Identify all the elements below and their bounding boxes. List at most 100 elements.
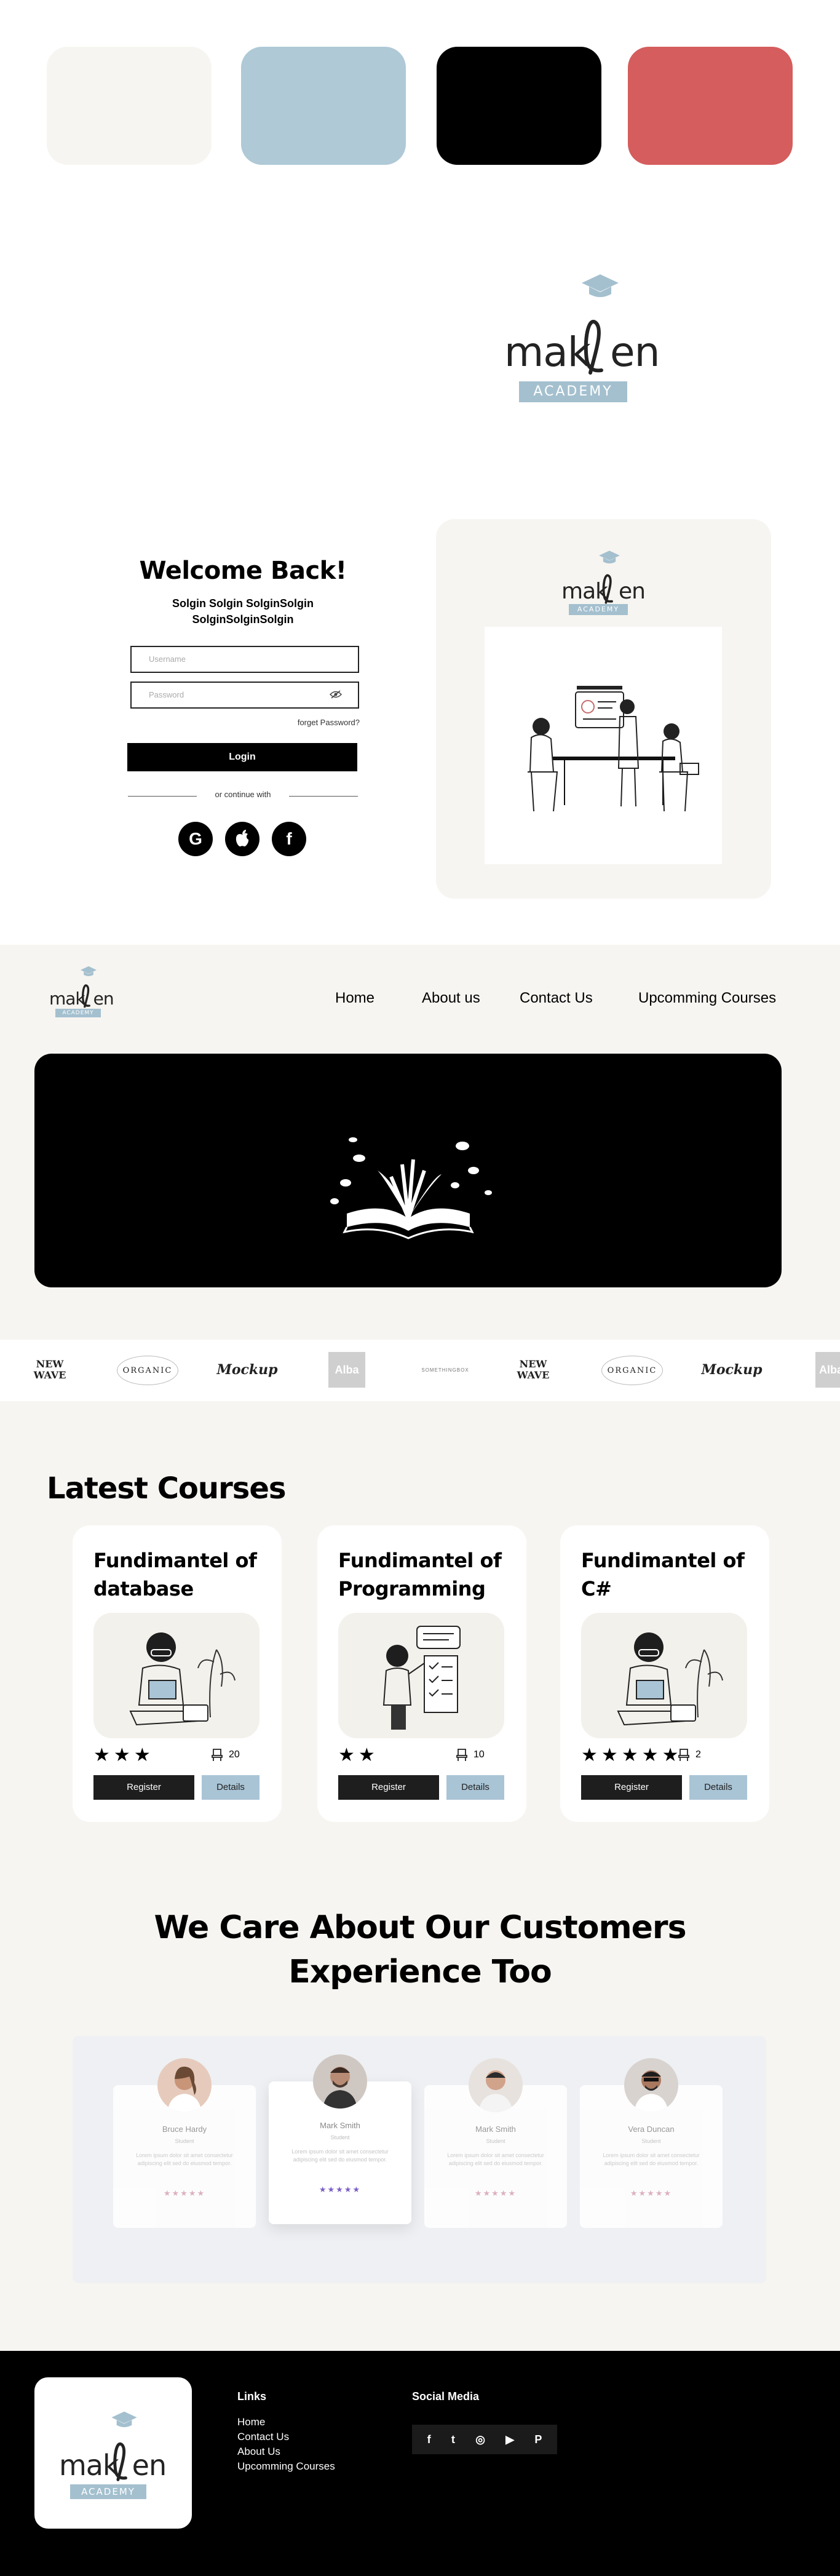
testimonial-text: Lorem ipsum dolor sit amet consectetur a… <box>291 2149 389 2163</box>
star-icon: ★ <box>581 1745 601 1765</box>
seat-count-value: 2 <box>695 1749 701 1760</box>
brand-logo-mockup: Mockup <box>216 1362 278 1378</box>
nav-about[interactable]: About us <box>422 990 480 1007</box>
course-title: Fundimantel of Programming <box>338 1549 502 1600</box>
logo-band: ACADEMY <box>519 381 627 402</box>
star-icon: ★ <box>358 1745 379 1765</box>
graduation-cap-icon <box>582 274 619 297</box>
brand-logo-card: mak en ACADEMY <box>559 550 646 618</box>
brand-logo-newwave: NEW WAVE <box>517 1358 550 1381</box>
avatar <box>469 2058 523 2112</box>
brand-logo-nav[interactable]: mak en ACADEMY <box>48 966 116 1017</box>
password-input[interactable]: Password <box>130 682 359 709</box>
course-card: Fundimantel of database ★★★ 20 Register … <box>73 1525 282 1822</box>
logo-loop-l <box>602 574 613 604</box>
testimonial-name: Mark Smith <box>320 2121 360 2130</box>
chair-icon <box>678 1749 689 1761</box>
graduation-cap-icon <box>599 551 620 563</box>
apple-login-button[interactable] <box>225 822 260 856</box>
footer-social-bar: f t ◎ ▶ P <box>412 2425 557 2454</box>
footer-link-upcoming[interactable]: Upcomming Courses <box>237 2460 335 2473</box>
course-rating: ★★★ <box>93 1744 154 1766</box>
course-card: Fundimantel of Programming ★★ 10 Registe… <box>317 1525 526 1822</box>
footer-link-about[interactable]: About Us <box>237 2446 280 2458</box>
apple-icon <box>236 830 249 847</box>
forgot-password-link[interactable]: forget Password? <box>234 718 360 727</box>
nav-upcoming-courses[interactable]: Upcomming Courses <box>638 990 776 1007</box>
details-button[interactable]: Details <box>446 1775 504 1800</box>
footer-link-contact[interactable]: Contact Us <box>237 2431 289 2443</box>
testimonial-text: Lorem ipsum dolor sit amet consectetur a… <box>136 2152 233 2166</box>
testimonial-name: Vera Duncan <box>628 2125 675 2134</box>
testimonial-role: Student <box>330 2134 350 2141</box>
star-icon: ★ <box>601 1745 622 1765</box>
star-icon: ★ <box>93 1745 114 1765</box>
graduation-cap-icon <box>111 2411 137 2427</box>
details-button[interactable]: Details <box>202 1775 260 1800</box>
footer-links-title: Links <box>237 2390 267 2403</box>
facebook-icon: f <box>286 829 292 848</box>
testimonial-text: Lorem ipsum dolor sit amet consectetur a… <box>447 2152 544 2166</box>
youtube-icon[interactable]: ▶ <box>505 2433 514 2446</box>
star-icon: ★ <box>133 1745 154 1765</box>
testimonial-rating: ★★★★★ <box>630 2188 673 2198</box>
nav-contact[interactable]: Contact Us <box>520 990 593 1007</box>
nav-home[interactable]: Home <box>335 990 374 1007</box>
testimonial-rating: ★★★★★ <box>163 2188 206 2198</box>
logo-loop-l <box>113 2442 127 2481</box>
testimonial-name: Mark Smith <box>475 2125 516 2134</box>
login-illustration-card: mak en ACADEMY <box>436 519 771 899</box>
pinterest-icon[interactable]: P <box>534 2433 542 2446</box>
footer-logo-card[interactable]: mak en ACADEMY <box>34 2377 192 2529</box>
instagram-icon[interactable]: ◎ <box>475 2433 485 2446</box>
register-button[interactable]: Register <box>581 1775 682 1800</box>
divider-right <box>289 796 358 797</box>
footer-link-home[interactable]: Home <box>237 2416 265 2428</box>
google-login-button[interactable]: G <box>178 822 213 856</box>
course-card: Fundimantel of C# ★★★★★ 2 Register Detai… <box>560 1525 769 1822</box>
avatar <box>313 2054 367 2109</box>
color-swatch-black <box>437 47 601 165</box>
brand-logo-alba: Alba <box>328 1352 365 1388</box>
facebook-icon[interactable]: f <box>427 2433 431 2446</box>
twitter-icon[interactable]: t <box>451 2433 455 2446</box>
avatar <box>157 2058 212 2112</box>
testimonial-rating: ★★★★★ <box>474 2188 517 2198</box>
brand-logo-somethingbox: SOMETHINGBOX <box>421 1367 469 1373</box>
brand-logo-alba: Alba <box>815 1352 840 1388</box>
logo-loop-l <box>82 984 90 1008</box>
brand-logo-large: mak en ACADEMY <box>504 273 660 408</box>
logo-band: ACADEMY <box>70 2484 146 2499</box>
color-swatch-cream <box>47 47 212 165</box>
brand-logo-mockup: Mockup <box>701 1362 763 1378</box>
seat-count: 20 <box>212 1748 240 1762</box>
details-button[interactable]: Details <box>689 1775 747 1800</box>
course-title: Fundimantel of C# <box>581 1549 745 1600</box>
graduation-cap-icon <box>80 966 97 976</box>
latest-courses-title: Latest Courses <box>47 1471 286 1506</box>
facebook-login-button[interactable]: f <box>272 822 306 856</box>
student-reading-illustration <box>581 1613 747 1738</box>
student-reading-illustration <box>93 1613 260 1738</box>
username-input[interactable]: Username <box>130 646 359 673</box>
student-presenting-illustration <box>338 1613 504 1738</box>
brand-logo-newwave: NEW WAVE <box>33 1358 66 1381</box>
star-icon: ★ <box>641 1745 662 1765</box>
register-button[interactable]: Register <box>338 1775 439 1800</box>
course-rating: ★★ <box>338 1744 379 1766</box>
seat-count-value: 10 <box>473 1749 485 1760</box>
color-swatch-red <box>628 47 793 165</box>
testimonial-role: Student <box>175 2138 194 2144</box>
eye-off-icon[interactable] <box>330 690 342 699</box>
or-continue-label: or continue with <box>215 790 271 799</box>
seat-count: 10 <box>456 1748 485 1762</box>
open-book-icon <box>330 1137 492 1239</box>
brand-logo-organic: ORGANIC <box>601 1356 663 1385</box>
testimonial-text: Lorem ipsum dolor sit amet consectetur a… <box>603 2152 700 2166</box>
register-button[interactable]: Register <box>93 1775 194 1800</box>
chair-icon <box>456 1749 467 1761</box>
star-icon: ★ <box>113 1745 134 1765</box>
login-button[interactable]: Login <box>127 743 357 771</box>
testimonial-name: Bruce Hardy <box>162 2125 207 2134</box>
login-title: Welcome Back! <box>139 557 347 585</box>
